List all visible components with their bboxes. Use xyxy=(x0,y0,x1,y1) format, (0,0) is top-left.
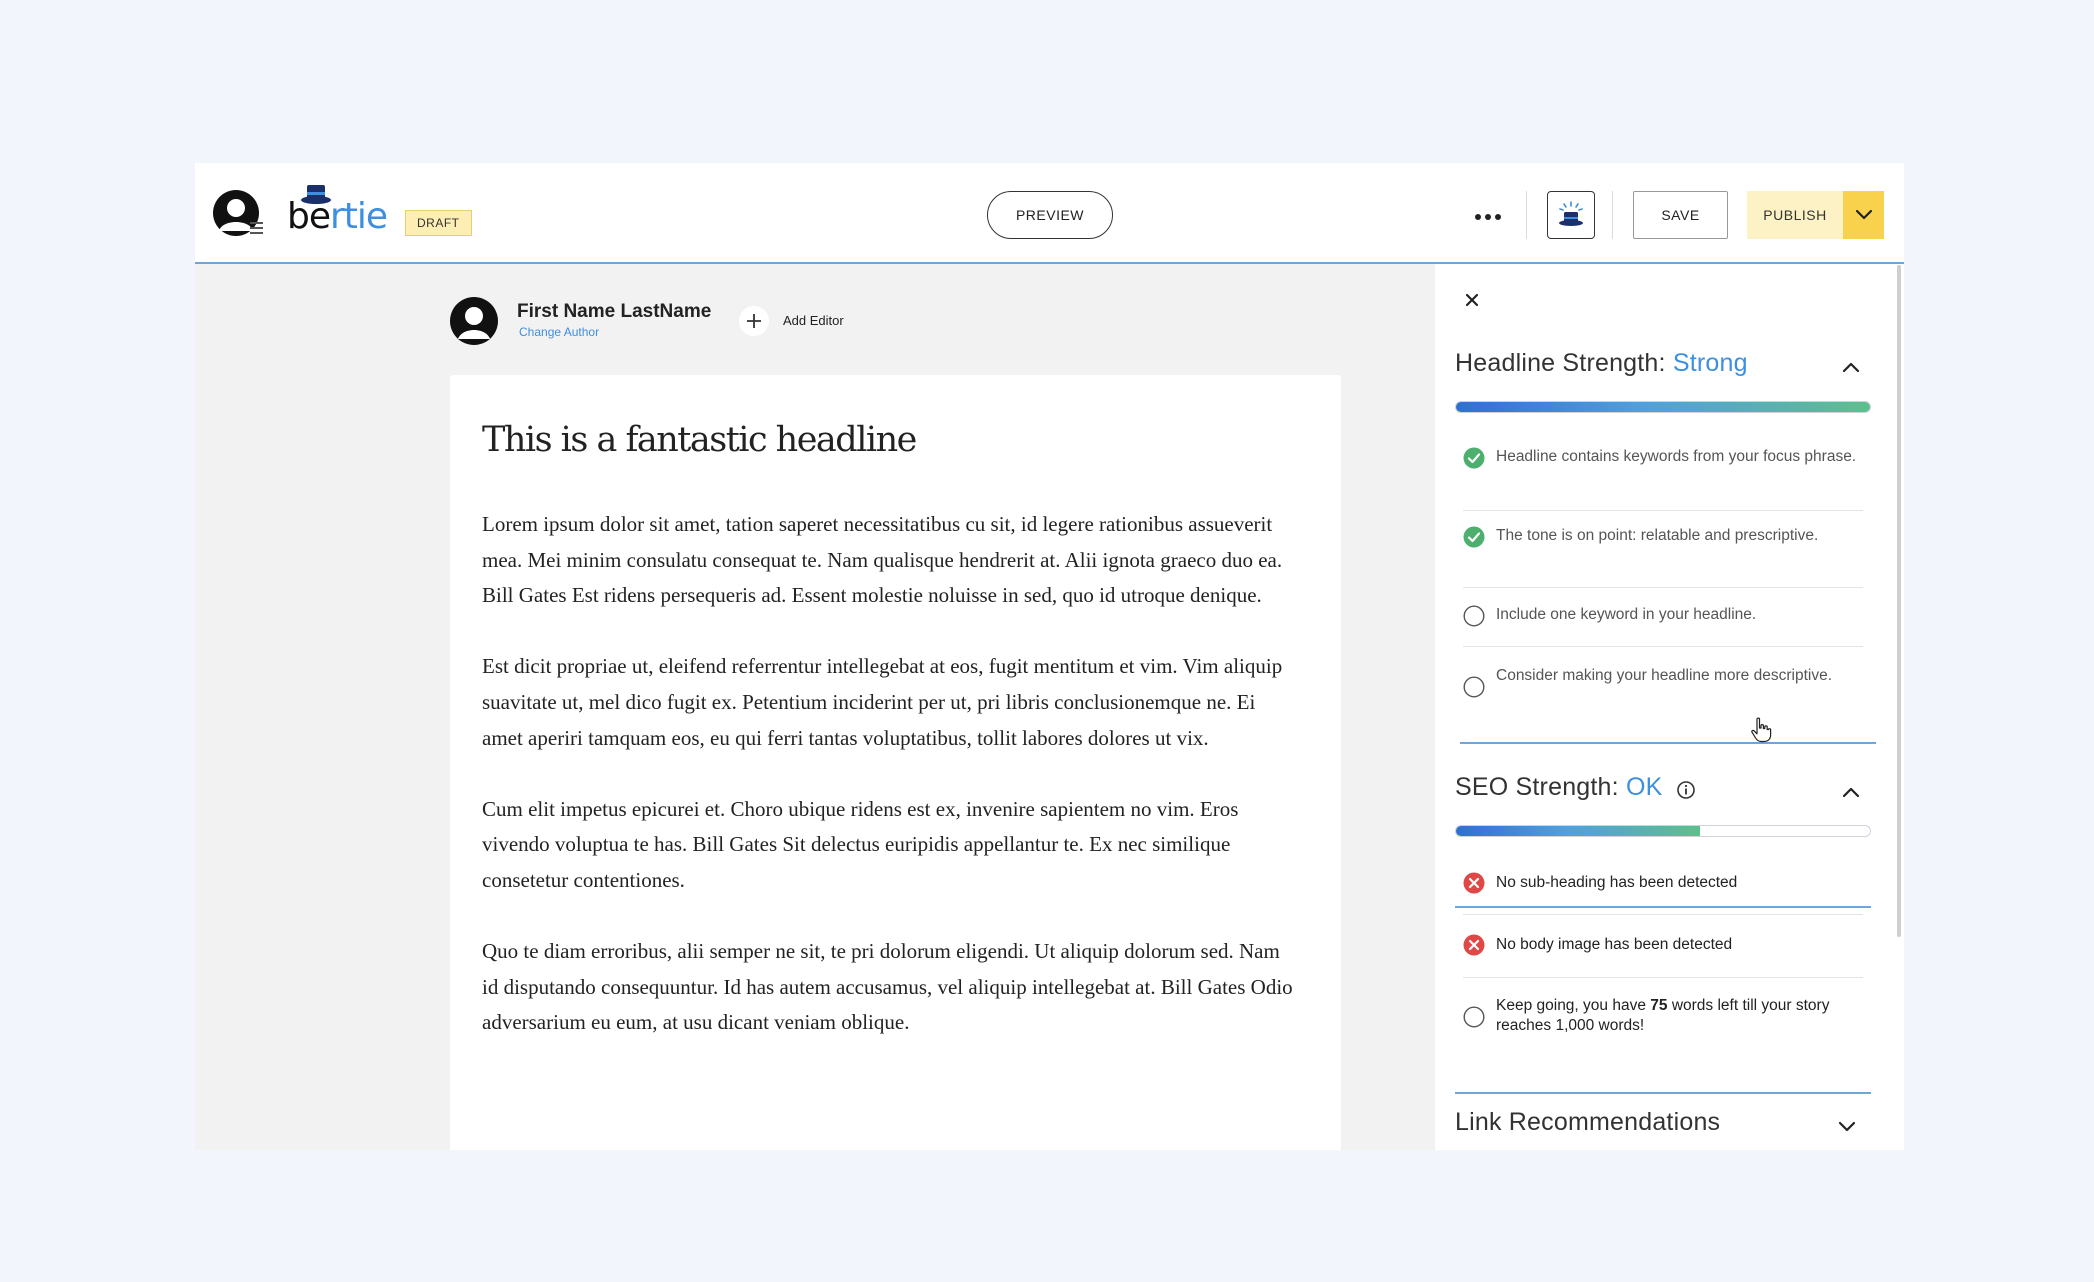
headline-strength-bar xyxy=(1455,401,1871,413)
headline-section-divider xyxy=(1460,742,1876,744)
add-editor-button[interactable] xyxy=(739,306,769,336)
change-author-link[interactable]: Change Author xyxy=(519,325,599,339)
headline-strength-title[interactable]: Headline Strength: Strong xyxy=(1455,349,1748,378)
article-body[interactable]: Lorem ipsum dolor sit amet, tation saper… xyxy=(482,507,1297,1077)
item-divider xyxy=(1463,510,1863,511)
headline-strength-value: Strong xyxy=(1672,349,1748,377)
item-divider xyxy=(1463,587,1863,588)
publish-options-button[interactable] xyxy=(1843,191,1884,239)
seo-strength-value: OK xyxy=(1625,773,1663,801)
article-headline[interactable]: This is a fantastic headline xyxy=(482,420,917,460)
panel-scrollbar[interactable] xyxy=(1897,265,1901,937)
seo-strength-title[interactable]: SEO Strength: OK xyxy=(1455,773,1662,802)
article-editor[interactable]: This is a fantastic headline Lorem ipsum… xyxy=(450,375,1341,1150)
seo-strength-bar xyxy=(1455,825,1871,837)
item-divider xyxy=(1463,914,1863,915)
preview-button[interactable]: PREVIEW xyxy=(987,191,1113,239)
headline-strength-fill xyxy=(1456,402,1870,412)
more-options-button[interactable] xyxy=(1467,199,1509,235)
brand-text-part2: rtie xyxy=(330,196,388,237)
author-avatar-icon xyxy=(450,297,498,345)
word-count-remaining: 75 xyxy=(1650,997,1668,1014)
toolbar-divider xyxy=(1612,191,1613,239)
word-count-text-before: Keep going, you have xyxy=(1496,997,1651,1014)
close-icon xyxy=(1465,293,1479,307)
chevron-down-icon xyxy=(1855,209,1872,220)
chevron-up-icon[interactable] xyxy=(1839,355,1863,379)
bertie-side-panel: Headline Strength: Strong Headline conta… xyxy=(1435,264,1904,1150)
status-badge: DRAFT xyxy=(405,210,472,236)
check-item-text: No sub-heading has been detected xyxy=(1496,874,1738,891)
add-editor-label[interactable]: Add Editor xyxy=(783,313,844,328)
brand-text-part1: be xyxy=(287,196,331,237)
toolbar-divider xyxy=(1526,191,1527,239)
error-circle-icon xyxy=(1463,872,1485,894)
editor-app: bertie DRAFT PREVIEW SAVE PUBLISH First … xyxy=(195,163,1904,1150)
bertie-logo: bertie xyxy=(287,185,395,237)
save-button[interactable]: SAVE xyxy=(1633,191,1728,239)
paragraph[interactable]: Lorem ipsum dolor sit amet, tation saper… xyxy=(482,507,1297,614)
link-recommendations-title[interactable]: Link Recommendations xyxy=(1455,1108,1720,1137)
bertie-hat-icon xyxy=(1559,201,1583,226)
top-bar: bertie DRAFT PREVIEW SAVE PUBLISH xyxy=(195,163,1904,264)
check-item-text: Keep going, you have 75 words left till … xyxy=(1496,996,1861,1036)
section-divider xyxy=(1455,1092,1871,1094)
headline-strength-label: Headline Strength: xyxy=(1455,349,1673,377)
hand-cursor-icon xyxy=(1751,717,1772,743)
paragraph[interactable]: Cum elit impetus epicurei et. Choro ubiq… xyxy=(482,792,1297,899)
check-item-text: Consider making your headline more descr… xyxy=(1496,667,1832,684)
empty-circle-icon xyxy=(1463,605,1485,627)
paragraph[interactable]: Est dicit propriae ut, eleifend referren… xyxy=(482,649,1297,756)
chevron-up-icon[interactable] xyxy=(1839,780,1863,804)
check-item-text: No body image has been detected xyxy=(1496,936,1733,953)
check-circle-icon xyxy=(1463,526,1485,548)
publish-button[interactable]: PUBLISH xyxy=(1747,191,1843,239)
user-avatar-icon[interactable] xyxy=(212,189,264,241)
author-name: First Name LastName xyxy=(517,301,712,322)
empty-circle-icon xyxy=(1463,1006,1485,1028)
chevron-down-icon[interactable] xyxy=(1835,1114,1859,1138)
more-dots-icon xyxy=(1475,214,1501,220)
error-circle-icon xyxy=(1463,934,1485,956)
check-item-text: Include one keyword in your headline. xyxy=(1496,606,1757,623)
empty-circle-icon xyxy=(1463,676,1485,698)
item-divider xyxy=(1463,977,1863,978)
close-panel-button[interactable] xyxy=(1460,288,1484,312)
seo-strength-label: SEO Strength: xyxy=(1455,773,1626,801)
info-icon[interactable] xyxy=(1676,780,1696,800)
item-divider xyxy=(1463,646,1863,647)
paragraph[interactable]: Quo te diam erroribus, alii semper ne si… xyxy=(482,934,1297,1041)
check-item-text: Headline contains keywords from your foc… xyxy=(1496,448,1857,465)
section-divider xyxy=(1455,906,1871,908)
bertie-assistant-button[interactable] xyxy=(1547,191,1595,239)
plus-icon xyxy=(747,314,761,328)
seo-strength-fill xyxy=(1456,826,1701,836)
check-item-text: The tone is on point: relatable and pres… xyxy=(1496,527,1819,544)
check-circle-icon xyxy=(1463,447,1485,469)
